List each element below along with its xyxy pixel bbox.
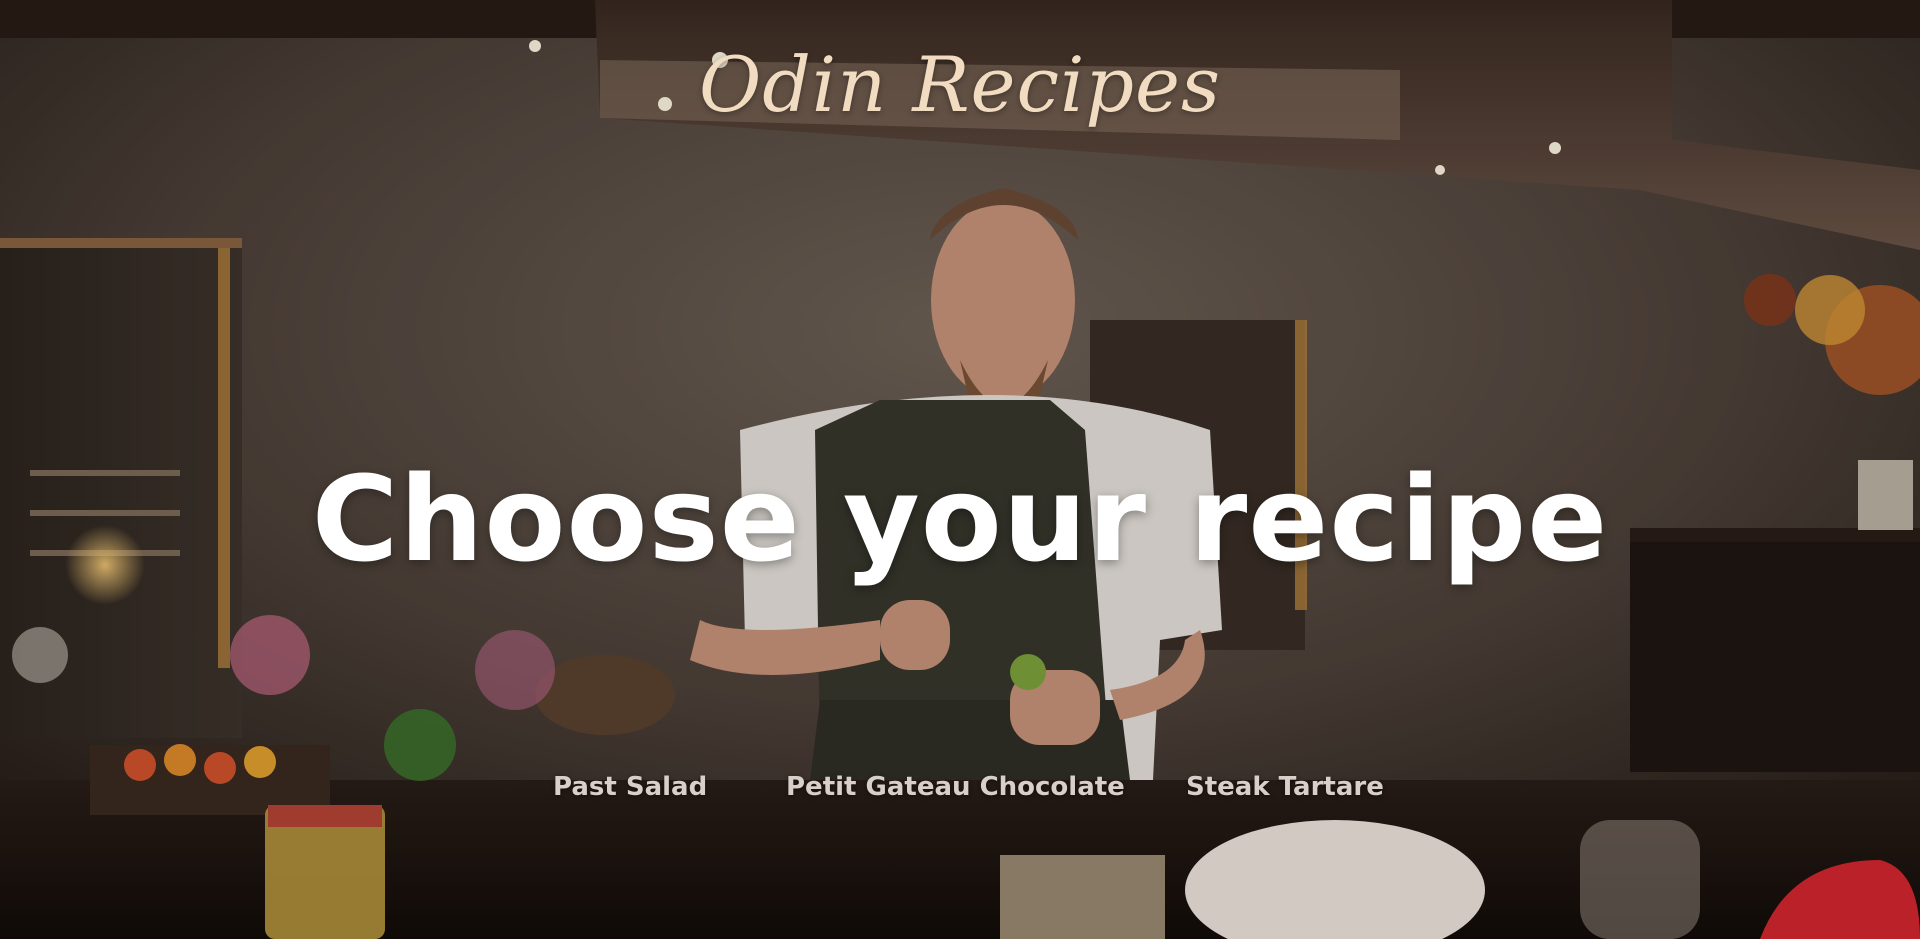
recipe-link-petit-gateau-chocolate[interactable]: Petit Gateau Chocolate bbox=[786, 772, 1125, 802]
recipe-links: Past Salad Petit Gateau Chocolate Steak … bbox=[0, 772, 1920, 806]
site-title: Odin Recipes bbox=[698, 40, 1222, 129]
recipe-link-steak-tartare[interactable]: Steak Tartare bbox=[1186, 772, 1384, 802]
hero-section: Odin Recipes Choose your recipe Past Sal… bbox=[0, 0, 1920, 939]
hero-headline: Choose your recipe bbox=[311, 450, 1609, 588]
recipe-link-past-salad[interactable]: Past Salad bbox=[553, 772, 707, 802]
